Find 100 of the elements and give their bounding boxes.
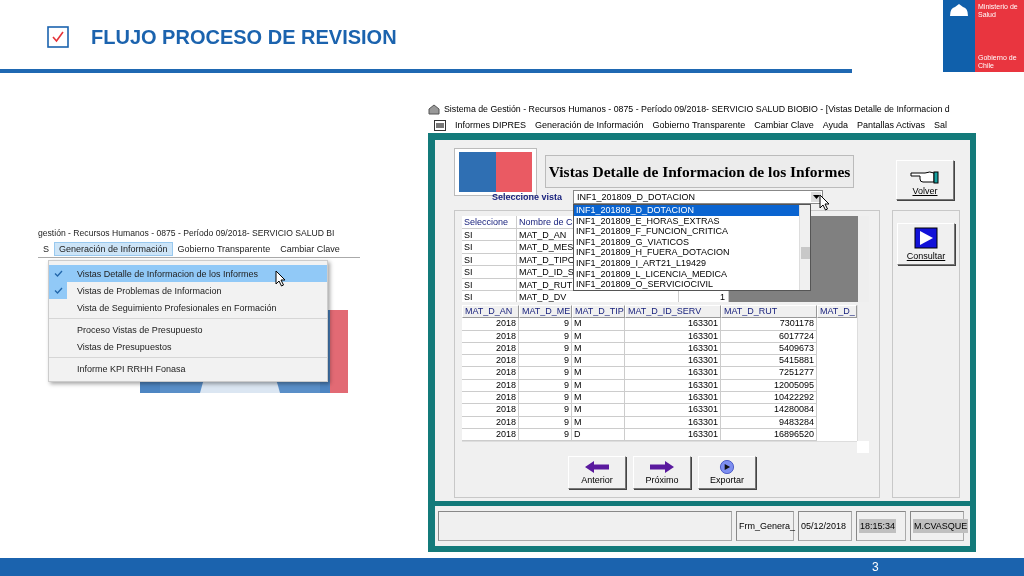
table-cell: 2018	[462, 367, 519, 380]
table-cell: M	[572, 416, 625, 429]
table-cell: 9	[519, 342, 572, 356]
column-header: Seleccione	[462, 216, 517, 229]
column-header[interactable]: MAT_D_	[817, 305, 857, 318]
table-cell: 2018	[462, 317, 519, 331]
table-cell: M	[572, 367, 625, 380]
table-cell: SI	[462, 241, 517, 254]
next-button[interactable]: Próximo	[633, 456, 691, 489]
table-cell: M	[572, 404, 625, 417]
table-cell: 9483284	[721, 416, 817, 429]
menu-item[interactable]: Vista de Seguimiento Profesionales en Formación	[49, 299, 327, 316]
view-dropdown[interactable]: INF1_201809_D_DOTACION	[573, 190, 823, 204]
page-number: 3	[872, 560, 879, 574]
table-cell: 7301178	[721, 317, 817, 331]
right-arrow-icon	[649, 460, 675, 474]
table-cell: 163301	[625, 416, 721, 429]
menu-item[interactable]: Gobierno Transparente	[652, 120, 746, 130]
menu-item[interactable]: Proceso Vistas de Presupuesto	[49, 321, 327, 338]
scrollbar[interactable]	[799, 205, 810, 290]
table-cell: 163301	[625, 392, 721, 405]
table-cell: 9	[519, 416, 572, 429]
column-header[interactable]: MAT_D_ME	[519, 305, 572, 318]
status-time: 18:15:34	[859, 519, 897, 533]
menu-item[interactable]: Sal	[934, 120, 948, 130]
table-cell: 5415881	[721, 355, 817, 368]
menu-item[interactable]: Vistas de Problemas de Informacion	[49, 282, 327, 299]
table-cell: 5409673	[721, 342, 817, 356]
previous-button[interactable]: Anterior	[568, 456, 626, 489]
window-title: gestión - Recursos Humanos - 0875 - Período 09/2018- SERVICIO SALUD BI	[38, 227, 336, 240]
column-header[interactable]: MAT_D_RUT	[721, 305, 817, 318]
app-icon	[428, 102, 440, 115]
table-cell: 163301	[625, 404, 721, 417]
table-cell: M	[572, 342, 625, 356]
cursor-icon	[275, 270, 286, 287]
menu-item[interactable]: Generación de Información	[54, 241, 173, 256]
table-cell: 14280084	[721, 404, 817, 417]
table-cell: 2018	[462, 342, 519, 356]
table-cell: 1	[679, 291, 729, 302]
play-icon	[914, 227, 938, 249]
menu-item[interactable]: Cambiar Clave	[275, 241, 345, 256]
cursor-icon	[819, 194, 830, 211]
dropdown-arrow-icon	[812, 195, 820, 199]
status-user: M.CVASQUE	[913, 519, 969, 533]
menu-item[interactable]: Gobierno Transparente	[172, 241, 276, 256]
table-cell: 163301	[625, 342, 721, 356]
column-header[interactable]: MAT_D_TIP	[572, 305, 625, 318]
table-cell: 9	[519, 379, 572, 393]
table-cell: 163301	[625, 330, 721, 343]
document-icon	[434, 119, 446, 131]
table-cell: 12005095	[721, 379, 817, 393]
table-cell: SI	[462, 291, 517, 302]
form-title: Vistas Detalle de Informacion de los Informes	[545, 155, 854, 188]
table-cell: 6017724	[721, 330, 817, 343]
table-cell: 9	[519, 330, 572, 343]
table-cell: 163301	[625, 379, 721, 393]
checkbox-icon	[47, 26, 69, 48]
menu-item[interactable]: Generación de Información	[535, 120, 644, 130]
table-cell: M	[572, 355, 625, 368]
table-cell: 163301	[625, 367, 721, 380]
column-header[interactable]: MAT_D_ID_SERV	[625, 305, 721, 318]
table-cell: 2018	[462, 404, 519, 417]
menu-item[interactable]: Vistas de Presupuestos	[49, 338, 327, 355]
table-cell: M	[572, 317, 625, 331]
table-cell: SI	[462, 266, 517, 279]
menu-item[interactable]: Pantallas Activas	[857, 120, 926, 130]
table-cell: 2018	[462, 392, 519, 405]
dropdown-option[interactable]: INF1_201809_D_DOTACION	[574, 205, 799, 216]
table-cell: 9	[519, 367, 572, 380]
table-cell: 163301	[625, 317, 721, 331]
export-button[interactable]: Exportar	[698, 456, 756, 489]
table-cell: 9	[519, 317, 572, 331]
column-header[interactable]: MAT_D_AN	[462, 305, 519, 318]
table-cell: 2018	[462, 355, 519, 368]
menu-item[interactable]: Ayuda	[822, 120, 849, 130]
table-cell: 2018	[462, 416, 519, 429]
slide-title: FLUJO PROCESO DE REVISION	[91, 25, 397, 49]
table-cell: MAT_D_DV	[517, 291, 679, 302]
table-cell: M	[572, 330, 625, 343]
table-cell: 10422292	[721, 392, 817, 405]
table-cell: 9	[519, 392, 572, 405]
table-cell: M	[572, 392, 625, 405]
menu-item[interactable]: Cambiar Clave	[754, 120, 814, 130]
left-arrow-icon	[584, 460, 610, 474]
table-cell: 163301	[625, 355, 721, 368]
table-cell: 7251277	[721, 367, 817, 380]
menu-item[interactable]: Informe KPI RRHH Fonasa	[49, 360, 327, 377]
back-button[interactable]: Volver	[896, 160, 954, 200]
select-label: Seleccione vista	[492, 192, 564, 202]
table-cell: 9	[519, 404, 572, 417]
table-cell: M	[572, 379, 625, 393]
table-cell: 9	[519, 355, 572, 368]
emblem-icon	[948, 3, 970, 17]
table-cell: 2018	[462, 330, 519, 343]
table-cell: 2018	[462, 379, 519, 393]
menu-item[interactable]: Informes DIPRES	[455, 120, 527, 130]
menu-item[interactable]: S	[38, 241, 54, 256]
consult-button[interactable]: Consultar	[897, 223, 955, 265]
window-title: Sistema de Gestión - Recursos Humanos - 0875 - Período 09/2018- SERVICIO SALUD BIOBIO - [Vistas Detalle de Informacion d	[444, 103, 950, 114]
status-date: 05/12/2018	[798, 511, 852, 541]
